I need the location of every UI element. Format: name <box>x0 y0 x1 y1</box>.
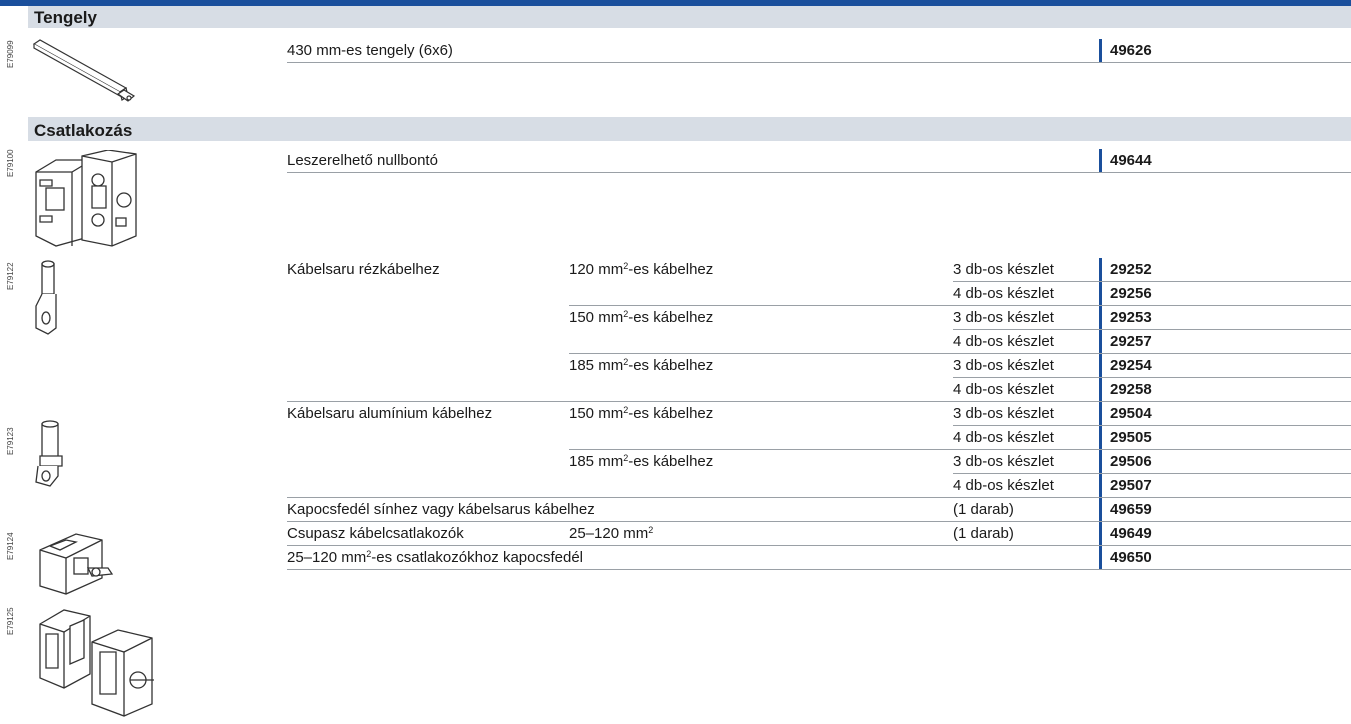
cable-size: 120 mm2-es kábelhez <box>569 261 714 278</box>
package-quantity: 4 db-os készlet <box>953 381 1054 398</box>
product-row: 430 mm-es tengely (6x6) 49626 <box>287 39 1351 62</box>
product-code: 49650 <box>1099 546 1351 569</box>
product-row: 25–120 mm2-es csatlakozókhoz kapocsfedél… <box>287 546 1351 569</box>
package-quantity: (1 darab) <box>953 501 1014 518</box>
product-code: 29505 <box>1099 426 1351 449</box>
package-quantity: 4 db-os készlet <box>953 285 1054 302</box>
product-description: 25–120 mm2-es csatlakozókhoz kapocsfedél <box>287 549 584 566</box>
product-code: 29258 <box>1099 378 1351 401</box>
package-quantity: 4 db-os készlet <box>953 333 1054 350</box>
neutral-disconnector-icon <box>35 150 137 247</box>
cable-size: 185 mm2-es kábelhez <box>569 453 714 470</box>
terminal-cover-icon <box>39 533 114 595</box>
package-quantity: (1 darab) <box>953 525 1014 542</box>
product-row: 185 mm2-es kábelhez 3 db-os készlet 2950… <box>287 450 1351 473</box>
product-code: 29507 <box>1099 474 1351 497</box>
package-quantity: 4 db-os készlet <box>953 429 1054 446</box>
product-row: Csupasz kábelcsatlakozók 25–120 mm2 (1 d… <box>287 522 1351 545</box>
product-description: Leszerelhető nullbontó <box>287 152 438 169</box>
product-row: Kapocsfedél sínhez vagy kábelsarus kábel… <box>287 498 1351 521</box>
cable-size: 150 mm2-es kábelhez <box>569 405 714 422</box>
product-row: 150 mm2-es kábelhez 3 db-os készlet 2925… <box>287 306 1351 329</box>
product-code: 29257 <box>1099 330 1351 353</box>
section-title: Tengely <box>34 8 97 27</box>
product-code: 29252 <box>1099 258 1351 281</box>
row-divider <box>287 569 1351 570</box>
section-header-csatlakozas: Csatlakozás <box>28 117 1351 141</box>
product-row: Kábelsaru rézkábelhez 120 mm2-es kábelhe… <box>287 258 1351 281</box>
product-code: 29256 <box>1099 282 1351 305</box>
product-row: 4 db-os készlet 29258 <box>287 378 1351 401</box>
aluminium-lug-icon <box>35 420 63 487</box>
package-quantity: 3 db-os készlet <box>953 405 1054 422</box>
product-code: 49649 <box>1099 522 1351 545</box>
row-divider <box>287 172 1351 173</box>
image-id: E79123 <box>6 427 15 455</box>
product-code: 29253 <box>1099 306 1351 329</box>
product-row: 4 db-os készlet 29256 <box>287 282 1351 305</box>
image-id: E79125 <box>6 607 15 635</box>
product-row: 4 db-os készlet 29505 <box>287 426 1351 449</box>
product-row: Kábelsaru alumínium kábelhez 150 mm2-es … <box>287 402 1351 425</box>
product-row: 4 db-os készlet 29507 <box>287 474 1351 497</box>
cable-size: 150 mm2-es kábelhez <box>569 309 714 326</box>
image-id: E79124 <box>6 532 15 560</box>
product-description: Kábelsaru alumínium kábelhez <box>287 405 493 422</box>
product-code: 49626 <box>1099 39 1351 62</box>
section-header-tengely: Tengely <box>28 6 1351 28</box>
product-description: Kábelsaru rézkábelhez <box>287 261 440 278</box>
product-description: Kapocsfedél sínhez vagy kábelsarus kábel… <box>287 501 595 518</box>
package-quantity: 4 db-os készlet <box>953 477 1054 494</box>
bare-cable-connector-icon <box>39 609 154 717</box>
product-code: 29506 <box>1099 450 1351 473</box>
package-quantity: 3 db-os készlet <box>953 357 1054 374</box>
product-code: 49659 <box>1099 498 1351 521</box>
section-title: Csatlakozás <box>34 121 133 140</box>
image-id: E79099 <box>6 40 15 68</box>
product-code: 29504 <box>1099 402 1351 425</box>
shaft-icon <box>32 39 136 102</box>
image-id: E79100 <box>6 149 15 177</box>
product-row: 185 mm2-es kábelhez 3 db-os készlet 2925… <box>287 354 1351 377</box>
package-quantity: 3 db-os készlet <box>953 309 1054 326</box>
package-quantity: 3 db-os készlet <box>953 453 1054 470</box>
product-code: 29254 <box>1099 354 1351 377</box>
image-id: E79122 <box>6 262 15 290</box>
product-description: Csupasz kábelcsatlakozók <box>287 525 464 542</box>
package-quantity: 3 db-os készlet <box>953 261 1054 278</box>
product-description: 430 mm-es tengely (6x6) <box>287 42 453 59</box>
row-divider <box>287 62 1351 63</box>
product-row: 4 db-os készlet 29257 <box>287 330 1351 353</box>
cable-size: 25–120 mm2 <box>569 525 654 542</box>
copper-lug-icon <box>35 260 57 335</box>
cable-size: 185 mm2-es kábelhez <box>569 357 714 374</box>
product-row: Leszerelhető nullbontó 49644 <box>287 149 1351 172</box>
product-code: 49644 <box>1099 149 1351 172</box>
